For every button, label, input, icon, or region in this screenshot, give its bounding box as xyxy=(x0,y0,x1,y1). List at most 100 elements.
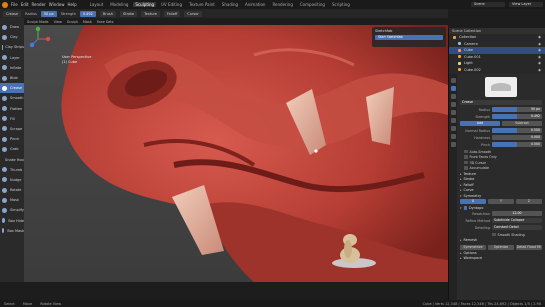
section-remesh[interactable]: ▸ Remesh xyxy=(460,237,542,243)
strength-slider[interactable]: 0.492 xyxy=(492,114,542,120)
modifier-tab-icon[interactable] xyxy=(450,134,456,139)
tool-scrape[interactable]: Scrape xyxy=(0,124,24,134)
workspace-tab-scripting[interactable]: Scripting xyxy=(330,2,352,7)
resolution-field[interactable]: 12.00 xyxy=(492,211,542,217)
tool-settings-header: Crease Radius 50 px Strength 0.492 Brush… xyxy=(0,9,448,18)
symmetry-y-button[interactable]: Y xyxy=(488,198,514,204)
face-sets-menu[interactable]: Face Sets xyxy=(97,20,114,24)
scene-selector[interactable]: Scene xyxy=(471,2,505,7)
render-tab-icon[interactable] xyxy=(450,94,456,99)
radius-slider[interactable]: 50 px xyxy=(492,107,542,113)
3d-viewport[interactable]: User Perspective (1) Cube xyxy=(24,25,448,282)
tool-clay[interactable]: Clay xyxy=(0,32,24,42)
navigation-gizmo-icon[interactable] xyxy=(24,25,52,53)
output-tab-icon[interactable] xyxy=(450,102,456,107)
mask-menu[interactable]: Mask xyxy=(83,20,92,24)
tool-flatten[interactable]: Flatten xyxy=(0,104,24,114)
detailing-dropdown[interactable]: Constant Detail xyxy=(492,225,542,231)
visibility-eye-icon[interactable]: ◉ xyxy=(538,35,541,39)
tool-snake-hook[interactable]: Snake Hook xyxy=(0,154,26,164)
tool-label: Layer xyxy=(10,55,20,60)
view-layer-selector[interactable]: View Layer xyxy=(509,2,543,7)
visibility-eye-icon[interactable]: ◉ xyxy=(538,61,541,65)
outliner-item-cube-002[interactable]: Cube.002 ◉ xyxy=(449,67,545,74)
detail-flood-fill-button[interactable]: Detail Flood Fill xyxy=(516,244,542,250)
section-workspace[interactable]: ▸ Workspace xyxy=(460,255,542,261)
menu-render[interactable]: Render xyxy=(31,2,45,7)
dyntopo-checkbox[interactable] xyxy=(463,206,468,210)
tool-clay-strips[interactable]: Clay Strips xyxy=(0,42,24,52)
tool-box-hide[interactable]: Box Hide xyxy=(0,216,24,226)
scene-tab-icon[interactable] xyxy=(450,110,456,115)
falloff-menu[interactable]: Falloff xyxy=(163,10,181,17)
tool-draw[interactable]: Draw xyxy=(0,22,24,32)
refine-method-dropdown[interactable]: Subdivide Collapse xyxy=(492,218,542,224)
mode-selector[interactable]: Sculpt Mode xyxy=(27,20,49,24)
menu-edit[interactable]: Edit xyxy=(21,2,29,7)
tool-tab-icon[interactable] xyxy=(450,78,456,83)
normal-radius-slider[interactable]: 0.500 xyxy=(492,128,542,134)
workspace-tab-shading[interactable]: Shading xyxy=(220,2,240,7)
tool-thumb[interactable]: Thumb xyxy=(0,165,24,175)
workspace-tab-sculpting[interactable]: Sculpting xyxy=(133,2,157,7)
menu-window[interactable]: Window xyxy=(49,2,65,7)
world-tab-icon[interactable] xyxy=(450,118,456,123)
tool-blob[interactable]: Blob xyxy=(0,73,24,83)
menu-help[interactable]: Help xyxy=(67,2,76,7)
tool-label: Inflate xyxy=(10,65,22,70)
pinch-slider[interactable]: 0.500 xyxy=(492,142,542,148)
tool-mask[interactable]: Mask xyxy=(0,195,24,205)
cursor-menu[interactable]: Cursor xyxy=(184,10,202,17)
stroke-menu[interactable]: Stroke xyxy=(119,10,138,17)
symmetry-x-button[interactable]: X xyxy=(460,198,486,204)
start-sketchfab-button[interactable]: Start Sketchfab xyxy=(375,35,443,40)
symmetrize-button[interactable]: Symmetrize xyxy=(460,244,486,250)
workspace-tab-rendering[interactable]: Rendering xyxy=(270,2,294,7)
workspace-tab-texture-paint[interactable]: Texture Paint xyxy=(187,2,217,7)
outliner-item-label: Light xyxy=(464,61,473,66)
radius-field[interactable]: 50 px xyxy=(40,10,57,17)
tool-nudge[interactable]: Nudge xyxy=(0,175,24,185)
subtract-direction-button[interactable]: Subtract xyxy=(502,121,542,127)
workspace-tab-layout[interactable]: Layout xyxy=(88,2,106,7)
brush-cursor xyxy=(314,149,318,153)
workspace-tab-modeling[interactable]: Modeling xyxy=(108,2,130,7)
active-tool-tab-icon[interactable] xyxy=(450,86,456,91)
view-menu[interactable]: View xyxy=(54,20,62,24)
tool-grab[interactable]: Grab xyxy=(0,144,24,154)
draw-brush-icon xyxy=(2,24,7,30)
optimize-button[interactable]: Optimize xyxy=(488,244,514,250)
workspace-tab-animation[interactable]: Animation xyxy=(243,2,267,7)
menu-file[interactable]: File xyxy=(11,2,18,7)
visibility-eye-icon[interactable]: ◉ xyxy=(538,42,541,46)
visibility-eye-icon[interactable]: ◉ xyxy=(538,48,541,52)
visibility-eye-icon[interactable]: ◉ xyxy=(538,68,541,72)
object-tab-icon[interactable] xyxy=(450,126,456,131)
brush-selector[interactable]: Crease xyxy=(3,10,22,17)
tool-crease[interactable]: Crease xyxy=(0,83,24,94)
blender-logo-icon[interactable] xyxy=(2,1,8,8)
tool-fill[interactable]: Fill xyxy=(0,114,24,124)
symmetry-z-button[interactable]: Z xyxy=(516,198,542,204)
brush-preview-thumbnail[interactable] xyxy=(485,77,517,97)
workspace-tab-compositing[interactable]: Compositing xyxy=(298,2,327,7)
workspace-tab-uv-editing[interactable]: UV Editing xyxy=(159,2,184,7)
tool-smooth[interactable]: Smooth xyxy=(0,93,24,103)
tool-simplify[interactable]: Simplify xyxy=(0,205,24,215)
hardness-slider[interactable]: 0.000 xyxy=(492,135,542,141)
tool-box-mask[interactable]: Box Mask xyxy=(0,226,24,236)
visibility-eye-icon[interactable]: ◉ xyxy=(538,55,541,59)
chevron-right-icon: ▸ xyxy=(460,250,462,255)
texture-menu[interactable]: Texture xyxy=(141,10,160,17)
tool-rotate[interactable]: Rotate xyxy=(0,185,24,195)
tool-label: Flatten xyxy=(10,106,23,111)
brush-name-field[interactable]: Crease xyxy=(460,100,542,106)
material-tab-icon[interactable] xyxy=(450,142,456,147)
sculpt-menu[interactable]: Sculpt xyxy=(67,20,78,24)
add-direction-button[interactable]: Add xyxy=(460,121,500,127)
brush-menu[interactable]: Brush xyxy=(99,10,116,17)
tool-inflate[interactable]: Inflate xyxy=(0,63,24,73)
tool-pinch[interactable]: Pinch xyxy=(0,134,24,144)
tool-layer[interactable]: Layer xyxy=(0,53,24,63)
strength-field[interactable]: 0.492 xyxy=(79,10,96,17)
